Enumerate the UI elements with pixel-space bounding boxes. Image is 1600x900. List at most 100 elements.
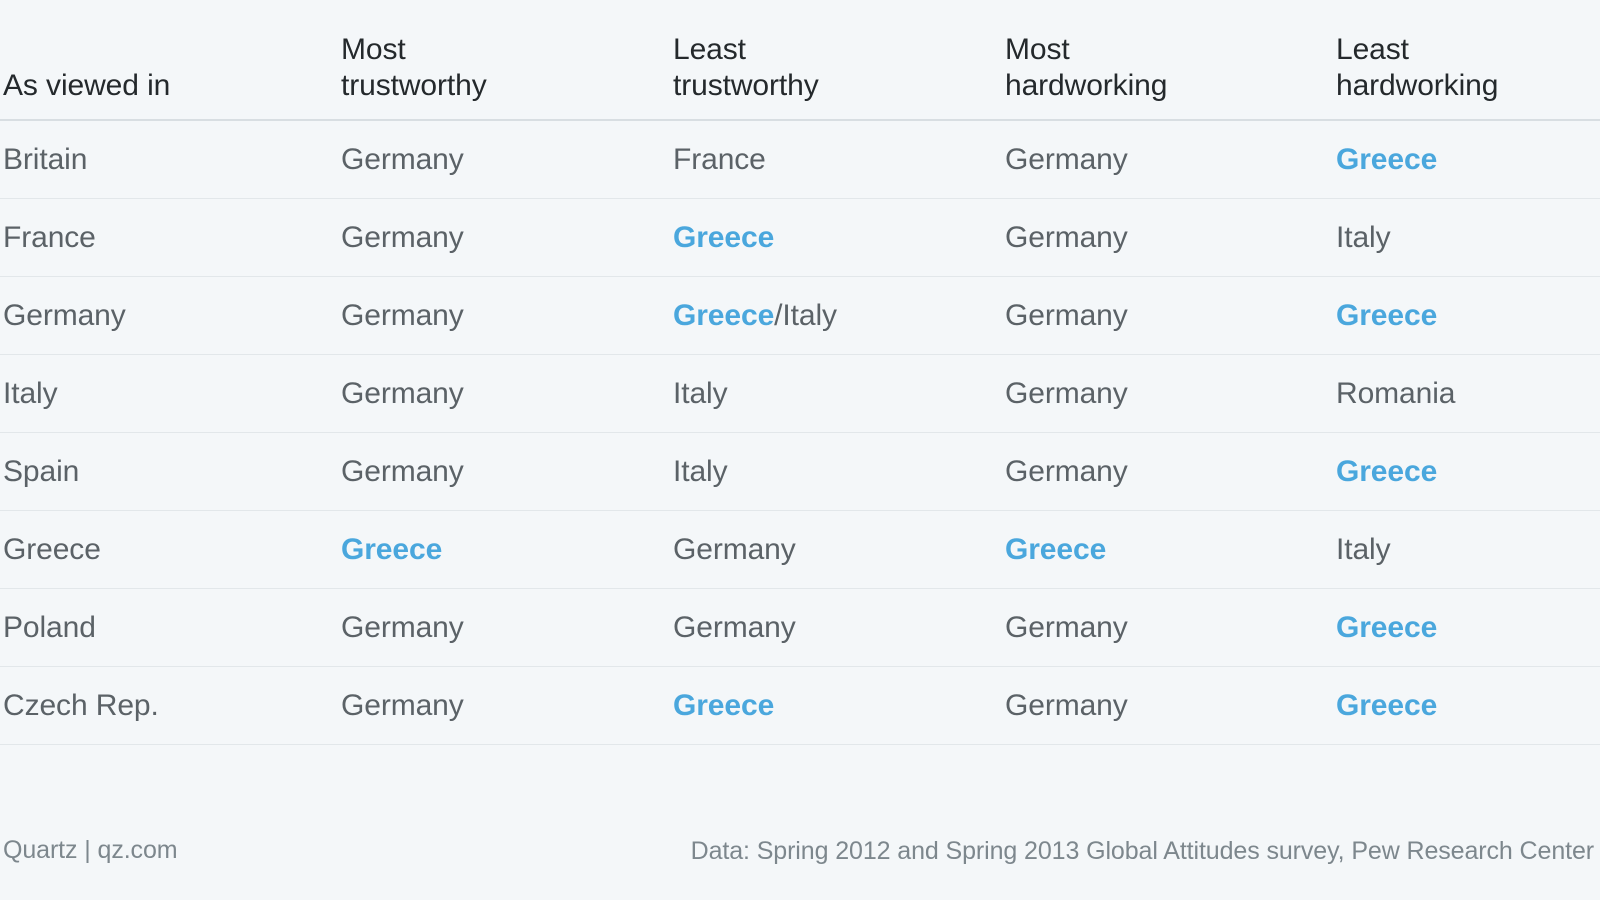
cell-least-hardworking: Greece: [1333, 120, 1600, 199]
cell-most-trustworthy: Germany: [338, 276, 670, 355]
cell-text: Germany: [341, 610, 464, 644]
column-header-line2: trustworthy: [341, 69, 487, 103]
chart-container: As viewed in Most trustworthy Least trus…: [0, 0, 1600, 900]
row-label-country: Greece: [0, 510, 338, 589]
cell-text: Germany: [341, 298, 464, 332]
cell-text: Germany: [1005, 220, 1128, 254]
cell-most-hardworking: Germany: [1002, 666, 1333, 745]
column-header-line2: As viewed in: [3, 69, 171, 103]
highlighted-country: Greece: [673, 688, 775, 722]
cell-text: Germany: [1005, 142, 1128, 176]
cell-text: Britain: [3, 142, 88, 176]
row-label-country: Germany: [0, 276, 338, 355]
cell-text: Italy: [1336, 220, 1391, 254]
table-row: Germany Germany Greece/Italy Germany Greece: [0, 276, 1600, 355]
column-header-line1: Least: [673, 32, 746, 66]
row-label-country: Czech Rep.: [0, 666, 338, 745]
cell-text: Romania: [1336, 376, 1456, 410]
row-label-country: Spain: [0, 432, 338, 511]
cell-most-hardworking: Germany: [1002, 276, 1333, 355]
table-row: Poland Germany Germany Germany Greece: [0, 588, 1600, 667]
highlighted-country: Greece: [1336, 454, 1438, 488]
credit-label: Quartz | qz.com: [3, 835, 178, 864]
cell-least-trustworthy: Greece: [670, 198, 1002, 277]
column-header-line1: Most: [341, 32, 406, 66]
cell-least-trustworthy: France: [670, 120, 1002, 199]
source-label: Data: Spring 2012 and Spring 2013 Global…: [690, 836, 1594, 865]
cell-text: Spain: [3, 454, 80, 488]
table-row: Spain Germany Italy Germany Greece: [0, 432, 1600, 511]
column-header-most-hardworking: Most hardworking: [1002, 0, 1333, 121]
cell-text: Germany: [1005, 688, 1128, 722]
cell-text: Italy: [3, 376, 58, 410]
cell-most-trustworthy: Germany: [338, 588, 670, 667]
column-header-as-viewed-in: As viewed in: [0, 0, 338, 121]
cell-text: Germany: [1005, 610, 1128, 644]
cell-most-trustworthy: Germany: [338, 354, 670, 433]
cell-most-hardworking: Greece: [1002, 510, 1333, 589]
column-header-line2: trustworthy: [673, 69, 819, 103]
column-header-line1: Most: [1005, 32, 1070, 66]
cell-least-trustworthy: Italy: [670, 354, 1002, 433]
cell-text: /Italy: [774, 298, 837, 332]
table-row: France Germany Greece Germany Italy: [0, 198, 1600, 277]
highlighted-country: Greece: [1336, 298, 1438, 332]
highlighted-country: Greece: [1005, 532, 1107, 566]
cell-text: Italy: [1336, 532, 1391, 566]
cell-most-trustworthy: Greece: [338, 510, 670, 589]
cell-text: Germany: [341, 142, 464, 176]
cell-least-hardworking: Greece: [1333, 588, 1600, 667]
cell-most-trustworthy: Germany: [338, 666, 670, 745]
cell-least-trustworthy: Greece/Italy: [670, 276, 1002, 355]
cell-text: Germany: [1005, 298, 1128, 332]
table-row: Italy Germany Italy Germany Romania: [0, 354, 1600, 433]
cell-text: Germany: [3, 298, 126, 332]
cell-most-trustworthy: Germany: [338, 120, 670, 199]
cell-text: France: [3, 220, 96, 254]
column-header-line2: hardworking: [1336, 69, 1499, 103]
cell-text: Italy: [673, 454, 728, 488]
cell-most-trustworthy: Germany: [338, 198, 670, 277]
table-header: As viewed in Most trustworthy Least trus…: [0, 0, 1600, 121]
cell-text: Germany: [341, 376, 464, 410]
row-label-country: Poland: [0, 588, 338, 667]
cell-text: Poland: [3, 610, 96, 644]
cell-least-hardworking: Greece: [1333, 666, 1600, 745]
highlighted-country: Greece: [673, 220, 775, 254]
cell-text: France: [673, 142, 766, 176]
table-body: Britain Germany France Germany Greece France G…: [0, 120, 1600, 745]
cell-least-trustworthy: Greece: [670, 666, 1002, 745]
cell-text: Greece: [3, 532, 101, 566]
row-label-country: France: [0, 198, 338, 277]
highlighted-country: Greece: [673, 298, 775, 332]
highlighted-country: Greece: [341, 532, 443, 566]
cell-text: Italy: [673, 376, 728, 410]
cell-most-hardworking: Germany: [1002, 198, 1333, 277]
cell-text: Germany: [673, 532, 796, 566]
cell-text: Germany: [1005, 454, 1128, 488]
column-header-line2: hardworking: [1005, 69, 1168, 103]
cell-least-hardworking: Greece: [1333, 276, 1600, 355]
cell-text: Germany: [673, 610, 796, 644]
highlighted-country: Greece: [1336, 688, 1438, 722]
highlighted-country: Greece: [1336, 142, 1438, 176]
cell-most-hardworking: Germany: [1002, 354, 1333, 433]
cell-most-hardworking: Germany: [1002, 120, 1333, 199]
cell-least-hardworking: Greece: [1333, 432, 1600, 511]
column-header-line1: Least: [1336, 32, 1409, 66]
cell-most-hardworking: Germany: [1002, 588, 1333, 667]
table-row: Britain Germany France Germany Greece: [0, 120, 1600, 199]
cell-least-hardworking: Italy: [1333, 510, 1600, 589]
cell-text: Germany: [1005, 376, 1128, 410]
row-label-country: Britain: [0, 120, 338, 199]
cell-least-hardworking: Italy: [1333, 198, 1600, 277]
cell-text: Germany: [341, 220, 464, 254]
column-header-least-hardworking: Least hardworking: [1333, 0, 1600, 121]
cell-text: Germany: [341, 688, 464, 722]
column-header-most-trustworthy: Most trustworthy: [338, 0, 670, 121]
comparison-table: As viewed in Most trustworthy Least trus…: [0, 0, 1600, 745]
cell-least-trustworthy: Germany: [670, 588, 1002, 667]
table-row: Greece Greece Germany Greece Italy: [0, 510, 1600, 589]
header-row: As viewed in Most trustworthy Least trus…: [0, 0, 1600, 121]
cell-most-trustworthy: Germany: [338, 432, 670, 511]
